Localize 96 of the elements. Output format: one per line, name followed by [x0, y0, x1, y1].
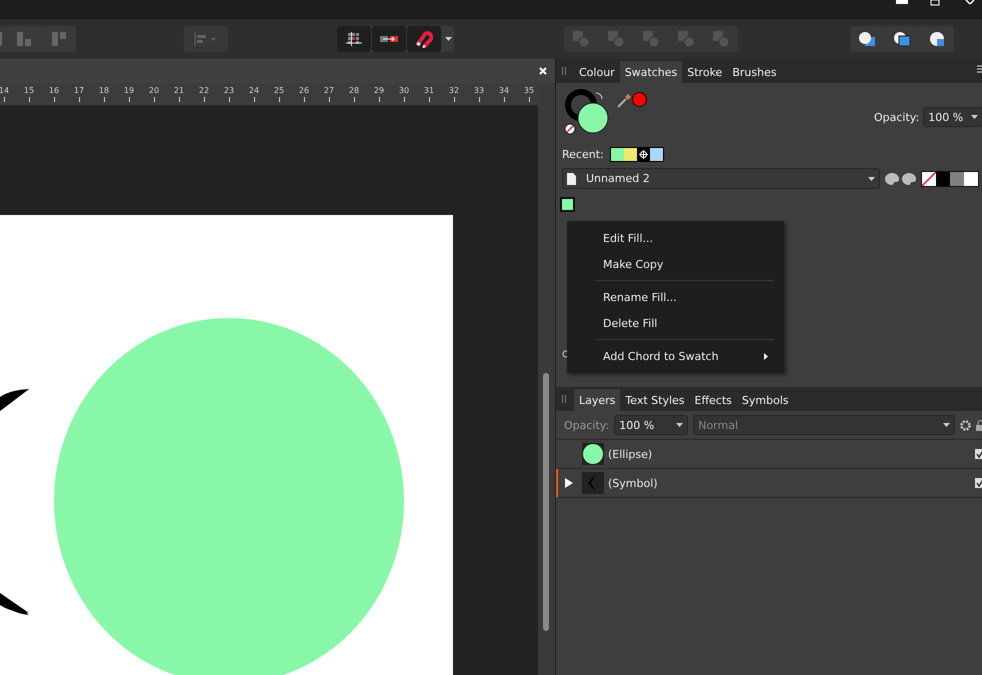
recent-swatch[interactable]	[624, 148, 637, 161]
align-left-icon	[194, 32, 218, 46]
layer-opacity-field[interactable]: 100 %	[614, 415, 688, 435]
shape-back-icon	[893, 31, 911, 47]
shape-front-icon	[858, 31, 876, 47]
ruler-label: 35	[524, 86, 534, 95]
ruler-label: 30	[398, 86, 410, 95]
snapping-menu-button[interactable]	[442, 26, 454, 52]
ruler-label: 15	[24, 86, 34, 95]
menu-item[interactable]: Rename Fill...	[567, 284, 784, 310]
scrollbar-thumb[interactable]	[543, 373, 549, 631]
arrange-icon	[17, 32, 31, 46]
panel-tab[interactable]: Colour	[574, 61, 620, 83]
blend-mode-dropdown[interactable]: Normal	[693, 415, 956, 435]
ruler-label: 27	[324, 86, 334, 95]
ruler-label: 18	[98, 86, 110, 95]
eyedropper-icon[interactable]	[616, 93, 632, 109]
menu-item[interactable]: Edit Fill...	[567, 225, 784, 251]
shape-intersect-icon	[928, 31, 946, 47]
ruler-label: 20	[148, 86, 160, 95]
arrange-icon	[52, 32, 66, 46]
menu-item[interactable]: Make Copy	[567, 251, 784, 277]
recent-label: Recent:	[562, 148, 604, 161]
ruler-label: 14	[0, 86, 10, 95]
move-icon	[380, 34, 398, 44]
ruler-label: 26	[298, 86, 310, 95]
recent-swatch[interactable]	[650, 148, 663, 161]
visibility-checkbox[interactable]	[975, 478, 982, 488]
palette-swatch[interactable]	[562, 199, 573, 210]
panel-tab[interactable]: Stroke	[682, 61, 728, 83]
panel-tab[interactable]: Symbols	[736, 389, 794, 411]
magnet-icon	[415, 30, 433, 48]
expand-icon[interactable]	[565, 478, 573, 488]
layer-name: (Symbol)	[608, 476, 658, 490]
picked-color-dot	[632, 92, 647, 107]
panel-tab[interactable]: Swatches	[620, 61, 682, 83]
opacity-label: Opacity:	[874, 110, 920, 124]
menu-item[interactable]: Add Chord to Swatch	[567, 343, 784, 369]
close-icon[interactable]	[964, 0, 976, 6]
ruler-label: 29	[374, 86, 384, 95]
boolean-icon	[643, 31, 659, 47]
boolean-icon	[573, 31, 589, 47]
submenu-arrow-icon	[764, 352, 768, 360]
palette-icon[interactable]	[884, 172, 900, 186]
close-icon[interactable]	[539, 67, 547, 75]
layer-row[interactable]: (Symbol)	[556, 469, 982, 498]
caret-icon	[943, 423, 950, 427]
ruler-label: 17	[74, 86, 84, 95]
layer-name: (Ellipse)	[608, 448, 652, 460]
boolean-icon	[678, 31, 694, 47]
ruler-label: 24	[248, 86, 260, 95]
opacity-field[interactable]: 100 %	[923, 107, 982, 127]
ruler-label: 23	[224, 86, 234, 95]
visibility-checkbox[interactable]	[975, 449, 982, 459]
ruler-label: 33	[474, 86, 484, 95]
quick-swatch[interactable]	[936, 172, 950, 186]
palette-dropdown[interactable]: Unnamed 2	[562, 168, 880, 189]
quick-swatch[interactable]	[950, 172, 964, 186]
ruler-label: 28	[348, 86, 360, 95]
ellipse-thumbnail	[582, 443, 604, 465]
ruler-label: 22	[198, 86, 210, 95]
layer-row[interactable]: (Ellipse)	[556, 440, 982, 469]
caret-icon	[868, 176, 875, 180]
snapping-button[interactable]	[337, 26, 371, 52]
quick-swatch[interactable]	[964, 172, 978, 186]
boolean-icon	[713, 31, 729, 47]
menu-item[interactable]: Delete Fill	[567, 310, 784, 336]
boolean-icon	[608, 31, 624, 47]
document-icon	[567, 172, 576, 184]
ruler-label: 21	[174, 86, 184, 95]
crosshair-swatch[interactable]	[636, 148, 650, 161]
grip-icon	[562, 67, 566, 75]
ruler-label: 34	[498, 86, 510, 95]
minimize-icon[interactable]	[896, 0, 908, 6]
ruler-label: 31	[424, 86, 434, 95]
panel-tab[interactable]: Layers	[574, 389, 620, 411]
caret-icon	[444, 37, 452, 41]
recent-swatch[interactable]	[610, 148, 624, 161]
panel-tab[interactable]: Effects	[690, 389, 737, 411]
fill-stroke-icon[interactable]	[562, 89, 610, 137]
caret-icon	[676, 423, 684, 427]
ruler-label: 19	[124, 86, 134, 95]
no-color-swatch[interactable]	[922, 172, 936, 186]
grid-icon	[346, 32, 362, 46]
panel-tab[interactable]: Text Styles	[620, 389, 690, 411]
grip-icon	[562, 395, 566, 403]
symbol-thumbnail	[582, 472, 604, 494]
caret-icon	[971, 115, 978, 119]
ruler-label: 32	[448, 86, 460, 95]
restore-icon[interactable]	[930, 0, 942, 6]
ruler-label: 25	[274, 86, 284, 95]
layer-opacity-label: Opacity:	[564, 418, 610, 432]
ruler-label: 16	[48, 86, 60, 95]
settings-icon[interactable]	[960, 420, 972, 430]
panel-tab[interactable]: Brushes	[727, 61, 782, 83]
palette-icon[interactable]	[901, 172, 917, 186]
